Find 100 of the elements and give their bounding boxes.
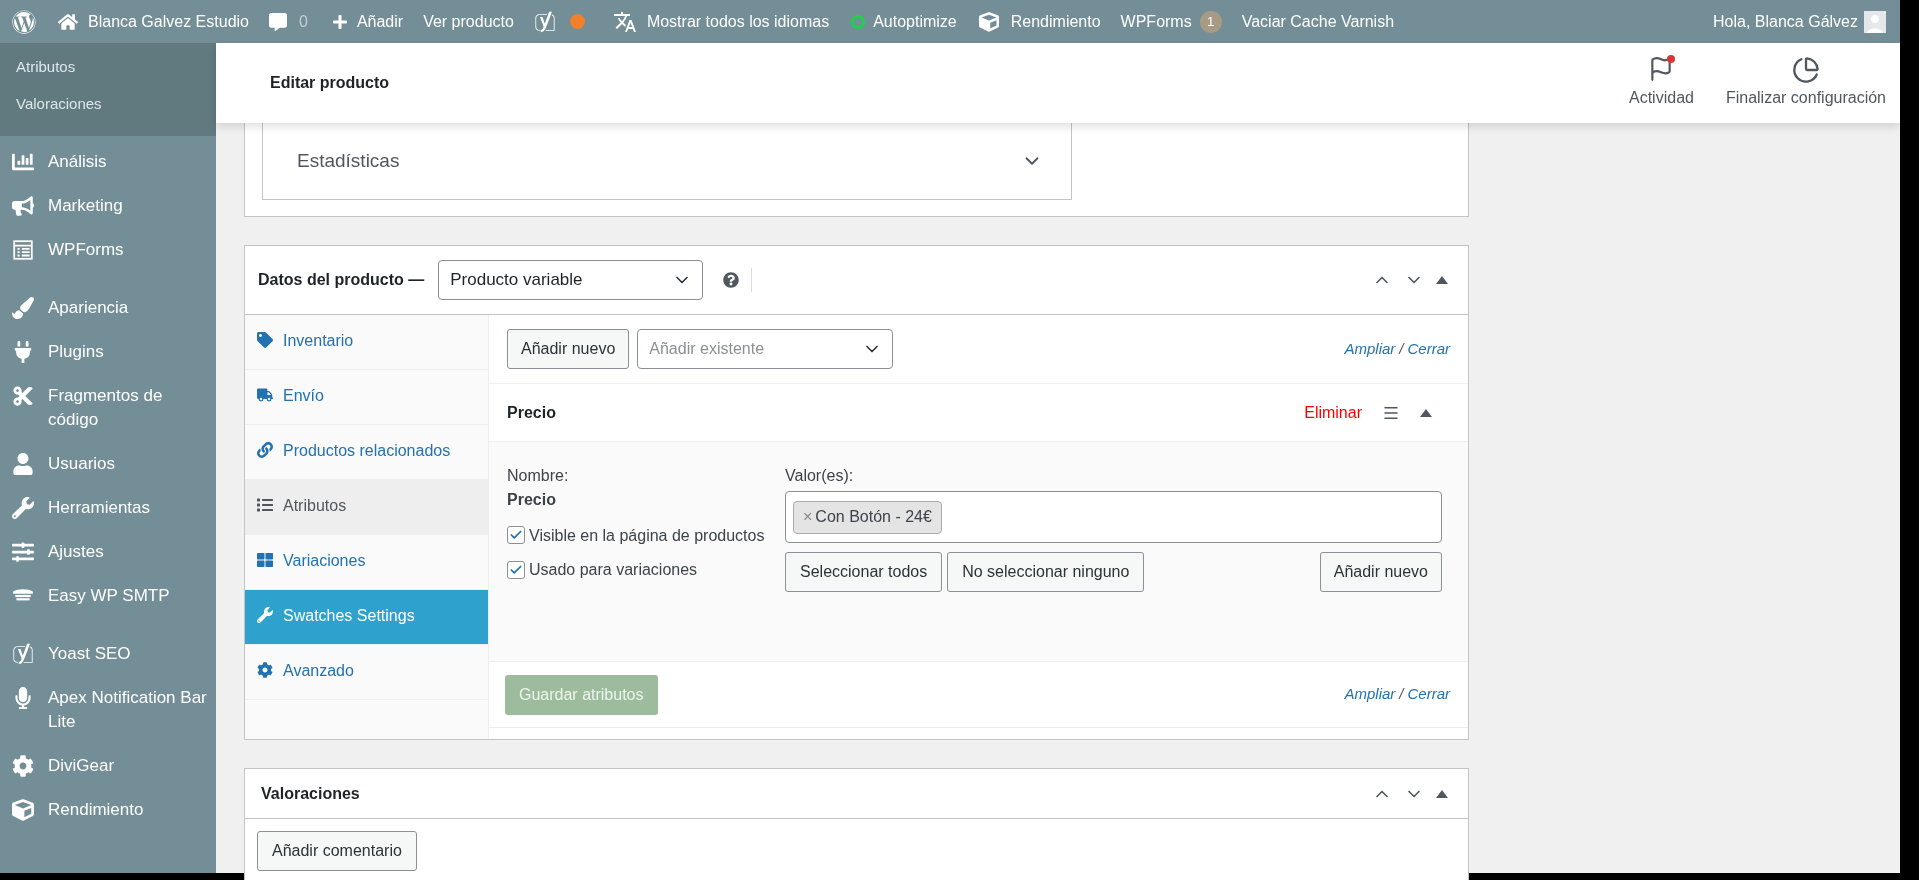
- grid-icon: [257, 552, 273, 568]
- collapse-icon[interactable]: [1436, 789, 1448, 798]
- gear-icon: [257, 662, 273, 678]
- help-icon[interactable]: [723, 272, 740, 288]
- add-new-button[interactable]: Añadir nuevo: [507, 329, 630, 369]
- wpforms-link[interactable]: WPForms: [1120, 9, 1192, 34]
- tag-label: Con Botón - 24€: [815, 507, 932, 527]
- product-tab[interactable]: Atributos: [245, 480, 488, 535]
- menu-item[interactable]: DiviGear: [48, 754, 115, 778]
- add-review-button[interactable]: Añadir comentario: [257, 831, 417, 871]
- menu-item[interactable]: Rendimiento: [48, 798, 144, 822]
- menu-item[interactable]: WPForms: [48, 238, 124, 262]
- scissors-icon: [12, 385, 34, 407]
- wrench-icon: [12, 497, 34, 519]
- cube-icon[interactable]: [978, 11, 999, 32]
- page-title: Editar producto: [270, 73, 390, 93]
- link-icon: [257, 442, 273, 458]
- translate-icon[interactable]: [612, 9, 637, 34]
- avatar-icon[interactable]: [1864, 10, 1886, 33]
- menu-item[interactable]: Ajustes: [48, 540, 104, 564]
- menu-item[interactable]: Plugins: [48, 340, 104, 364]
- submenu-item[interactable]: Atributos: [0, 49, 216, 86]
- separator: /: [1399, 684, 1404, 705]
- expand-link[interactable]: Ampliar: [1344, 337, 1396, 361]
- sliders-icon: [12, 541, 34, 563]
- home-icon[interactable]: [58, 11, 78, 32]
- new-link[interactable]: Añadir: [356, 9, 404, 34]
- name-value: Precio: [507, 490, 557, 510]
- menu-item[interactable]: Marketing: [48, 194, 123, 218]
- name-label: Nombre:: [507, 466, 570, 486]
- flag-icon[interactable]: [1648, 56, 1675, 82]
- form-icon: [12, 239, 34, 261]
- stats-label: Estadísticas: [297, 148, 401, 173]
- menu-item[interactable]: Apariencia: [48, 296, 129, 320]
- view-product-link[interactable]: Ver producto: [423, 9, 514, 34]
- menu-item[interactable]: Usuarios: [48, 452, 116, 476]
- menu-item[interactable]: Yoast SEO: [48, 642, 131, 666]
- performance-link[interactable]: Rendimiento: [1010, 9, 1101, 34]
- yoast-icon: [12, 643, 34, 665]
- product-tab[interactable]: Swatches Settings: [245, 590, 488, 645]
- checkmark-icon: [509, 528, 523, 542]
- expand-link[interactable]: Ampliar: [1344, 683, 1396, 706]
- checkbox[interactable]: [507, 526, 525, 544]
- menu-item[interactable]: Easy WP SMTP: [48, 584, 170, 608]
- menu-item[interactable]: Análisis: [48, 150, 107, 174]
- remove-link[interactable]: Eliminar: [1304, 400, 1362, 425]
- checkmark-icon: [509, 563, 523, 577]
- menu-item[interactable]: Fragmentos de código: [48, 384, 208, 432]
- submenu-item[interactable]: Valoraciones: [0, 85, 216, 122]
- activity-link[interactable]: Actividad: [1629, 86, 1694, 110]
- setup-link[interactable]: Finalizar configuración: [1725, 86, 1886, 110]
- wordpress-logo-icon[interactable]: [12, 9, 36, 34]
- remove-tag-button[interactable]: ×: [803, 505, 813, 529]
- product-type-select[interactable]: Producto variable: [438, 260, 704, 300]
- autoptimize-link[interactable]: Autoptimize: [873, 9, 957, 34]
- product-tab[interactable]: Inventario: [245, 315, 488, 370]
- checkbox-label: Usado para variaciones: [529, 560, 698, 580]
- checkbox[interactable]: [507, 561, 525, 579]
- plus-icon[interactable]: [331, 13, 348, 30]
- menu-item[interactable]: Herramientas: [48, 496, 151, 520]
- status-ring-icon: [851, 14, 866, 29]
- select-none-button[interactable]: No seleccionar ninguno: [947, 552, 1145, 592]
- collapse-icon[interactable]: [1420, 408, 1432, 417]
- attribute-title: Precio: [507, 402, 556, 423]
- user-icon: [12, 453, 34, 475]
- notification-count: 1: [1199, 10, 1222, 33]
- close-link[interactable]: Cerrar: [1407, 337, 1450, 361]
- checkbox-label: Visible en la página de productos: [529, 526, 765, 546]
- product-tab[interactable]: Envío: [245, 370, 488, 425]
- wrench-icon: [257, 607, 273, 623]
- bar-chart-icon: [12, 151, 34, 173]
- microphone-icon: [12, 687, 34, 709]
- separator: /: [1399, 338, 1404, 359]
- comment-count: 0: [299, 11, 308, 32]
- varnish-link[interactable]: Vaciar Cache Varnish: [1241, 9, 1395, 34]
- languages-link[interactable]: Mostrar todos los idiomas: [646, 9, 830, 34]
- truck-icon: [257, 387, 273, 403]
- plug-icon: [12, 341, 34, 363]
- site-name-link[interactable]: Blanca Galvez Estudio: [88, 9, 249, 34]
- values-label: Valor(es):: [785, 466, 855, 486]
- product-tab[interactable]: Avanzado: [245, 645, 488, 700]
- values-field[interactable]: × Con Botón - 24€: [785, 491, 1442, 543]
- panel-title: Datos del producto —: [258, 270, 425, 290]
- megaphone-icon: [12, 195, 34, 217]
- comment-icon[interactable]: [269, 12, 287, 31]
- yoast-icon[interactable]: [533, 10, 556, 33]
- collapse-icon[interactable]: [1436, 276, 1448, 284]
- panel-title: Valoraciones: [261, 783, 361, 804]
- gear-icon: [12, 755, 34, 777]
- close-link[interactable]: Cerrar: [1407, 683, 1450, 706]
- paintbrush-icon: [12, 297, 34, 319]
- greeting-link[interactable]: Hola, Blanca Gálvez: [1713, 9, 1858, 34]
- stats-box[interactable]: Estadísticas: [262, 123, 1072, 200]
- add-value-button[interactable]: Añadir nuevo: [1319, 552, 1442, 592]
- select-all-button[interactable]: Seleccionar todos: [785, 552, 943, 592]
- progress-pie-icon[interactable]: [1791, 56, 1820, 84]
- list-icon: [257, 497, 273, 513]
- cube-icon: [12, 799, 34, 821]
- menu-item[interactable]: Apex Notification Bar Lite: [48, 686, 208, 734]
- existing-attribute-select[interactable]: Añadir existente: [637, 329, 894, 369]
